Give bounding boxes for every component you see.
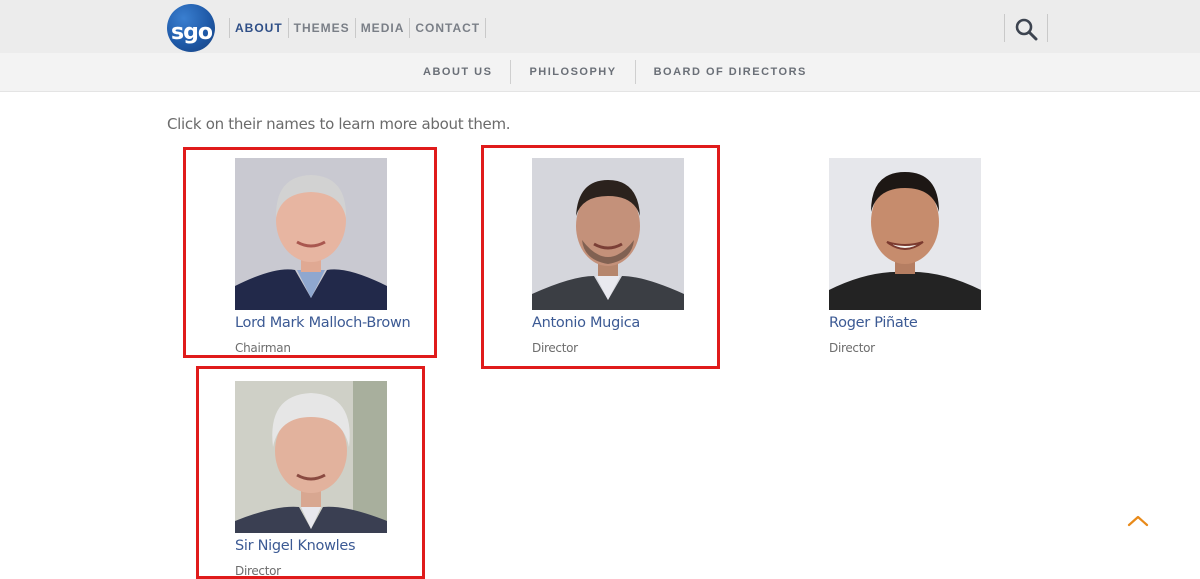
main-nav: ABOUT THEMES MEDIA CONTACT: [229, 17, 487, 39]
sub-nav: ABOUT US PHILOSOPHY BOARD OF DIRECTORS: [405, 60, 825, 84]
sub-header: ABOUT US PHILOSOPHY BOARD OF DIRECTORS: [0, 53, 1200, 92]
logo-text: sgo: [171, 20, 213, 45]
highlight-box: [196, 366, 425, 579]
top-header: sgo ABOUT THEMES MEDIA CONTACT: [0, 0, 1200, 53]
search-icon[interactable]: [1014, 17, 1038, 41]
nav-themes[interactable]: THEMES: [289, 18, 356, 38]
search-area: [1004, 14, 1048, 42]
sgo-logo[interactable]: sgo: [167, 4, 215, 52]
director-card: Roger Piñate Director: [829, 158, 1039, 355]
subnav-board-of-directors[interactable]: BOARD OF DIRECTORS: [634, 60, 825, 84]
intro-text: Click on their names to learn more about…: [167, 115, 511, 133]
highlight-box: [481, 145, 720, 369]
subnav-philosophy[interactable]: PHILOSOPHY: [510, 60, 634, 84]
nav-contact[interactable]: CONTACT: [410, 18, 487, 38]
director-role: Director: [829, 341, 875, 355]
chevron-up-icon[interactable]: [1126, 512, 1150, 528]
subnav-about-us[interactable]: ABOUT US: [405, 60, 510, 84]
director-name[interactable]: Roger Piñate: [829, 315, 1039, 331]
highlight-box: [183, 147, 437, 358]
director-photo[interactable]: [829, 158, 981, 310]
nav-about[interactable]: ABOUT: [229, 18, 289, 38]
nav-media[interactable]: MEDIA: [356, 18, 411, 38]
